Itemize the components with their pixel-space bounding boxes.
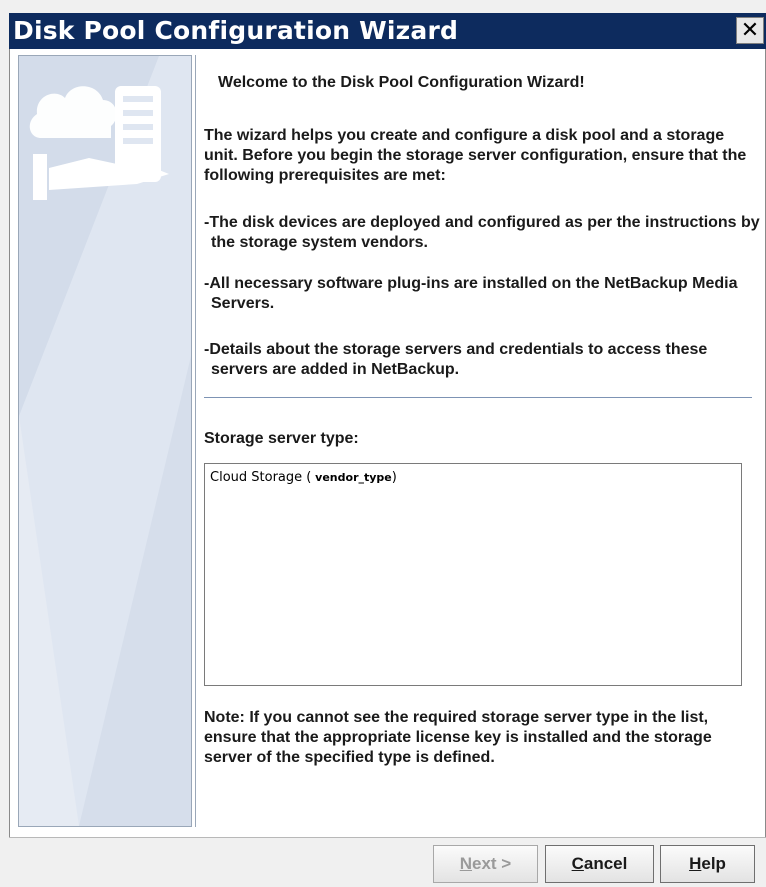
license-note: Note: If you cannot see the required sto… — [204, 709, 712, 766]
close-button[interactable]: ✕ — [736, 17, 764, 44]
cancel-label: ancel — [583, 854, 628, 873]
prerequisite-credentials: -Details about the storage servers and c… — [204, 341, 708, 378]
welcome-heading: Welcome to the Disk Pool Configuration W… — [218, 74, 585, 91]
wizard-window: Disk Pool Configuration Wizard ✕ Welcome… — [0, 0, 766, 887]
prerequisite-plugins: -All necessary software plug-ins are ins… — [204, 275, 738, 312]
window-title: Disk Pool Configuration Wizard — [13, 16, 459, 45]
wizard-body: Welcome to the Disk Pool Configuration W… — [9, 49, 766, 837]
cancel-mnemonic: C — [571, 854, 584, 873]
side-banner — [18, 55, 192, 827]
help-label: elp — [701, 854, 726, 873]
wizard-content: Welcome to the Disk Pool Configuration W… — [195, 55, 765, 827]
side-banner-art — [19, 56, 191, 826]
close-icon: ✕ — [740, 18, 760, 43]
cancel-button[interactable]: Cancel — [545, 845, 654, 883]
list-item-cloud-storage[interactable]: Cloud Storage ( vendor_type) — [210, 470, 397, 485]
next-mnemonic: N — [459, 854, 473, 873]
title-bar[interactable]: Disk Pool Configuration Wizard ✕ — [9, 13, 766, 49]
server-type-list[interactable]: Cloud Storage ( vendor_type) — [204, 463, 742, 686]
list-item-name: Cloud Storage ( — [210, 470, 312, 485]
banner-facet-low — [19, 416, 79, 826]
section-divider — [204, 397, 752, 398]
next-button[interactable]: Next > — [433, 845, 538, 883]
help-mnemonic: H — [689, 854, 702, 873]
banner-facet — [79, 356, 191, 826]
next-label: ext > — [472, 854, 512, 873]
prerequisite-disk-devices: -The disk devices are deployed and confi… — [204, 214, 760, 251]
list-item-close: ) — [391, 470, 397, 485]
intro-text: The wizard helps you create and configur… — [204, 127, 747, 184]
button-bar: Next > Cancel Help — [9, 837, 766, 887]
server-type-label: Storage server type: — [204, 430, 359, 447]
help-button[interactable]: Help — [660, 845, 755, 883]
list-item-vendor: vendor_type — [311, 471, 392, 484]
